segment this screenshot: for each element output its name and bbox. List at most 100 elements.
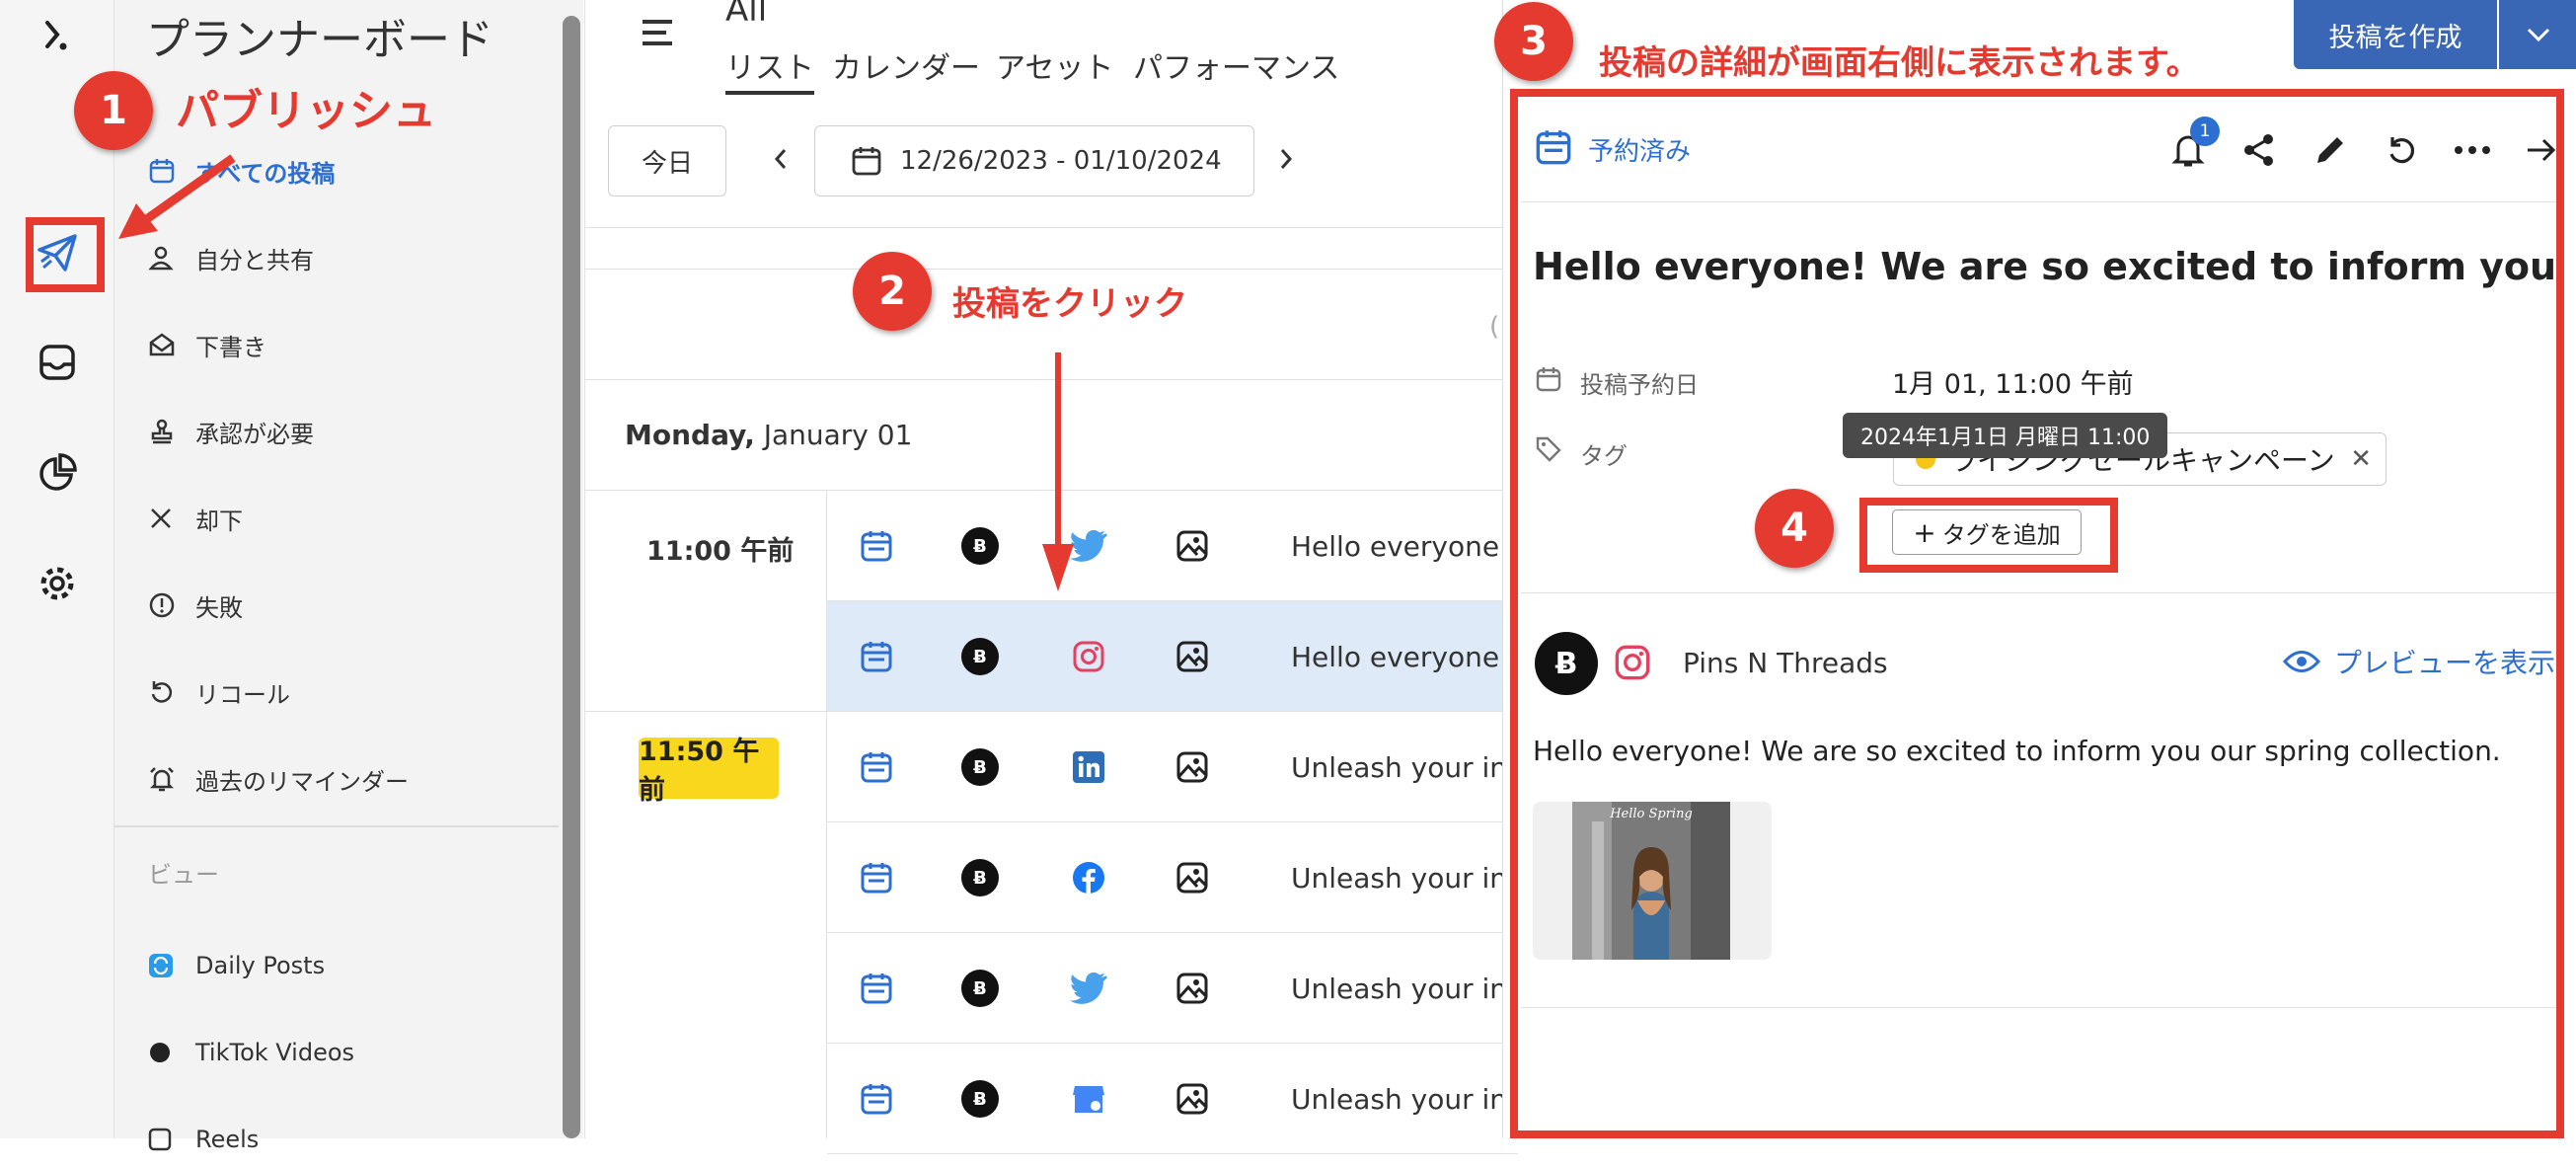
table-row-selected[interactable]: Ƀ Hello everyone! [827,601,1518,712]
views-heading: ビュー [148,861,219,889]
image-icon [1163,712,1222,822]
sidebar-item-label: 過去のリマインダー [195,767,409,796]
view-reels[interactable]: Reels [148,1110,259,1169]
settings-icon[interactable] [33,559,82,608]
facebook-icon [1054,822,1123,933]
step-2-badge: 2 [853,252,932,331]
sidebar-item-label: Daily Posts [195,952,326,979]
table-row[interactable]: Ƀ Unleash your in [827,712,1518,822]
tab-assets[interactable]: アセット [996,43,1113,87]
post-preview-text: Unleash your in [1291,1082,1508,1116]
step-3-badge: 3 [1494,2,1573,81]
sidebar-item-rejected[interactable]: 却下 [148,489,243,548]
view-tiktok-videos[interactable]: TikTok Videos [148,1023,354,1082]
sidebar-item-label: 失敗 [195,593,243,622]
image-icon [1163,491,1222,601]
scheduled-icon [847,712,906,822]
sidebar-item-label: 却下 [195,507,243,535]
sidebar-item-label: リコール [195,680,290,709]
account-avatar: Ƀ [950,601,1010,712]
sidebar-item-failed[interactable]: 失敗 [148,576,243,635]
table-row[interactable]: Ƀ Hello everyone! [827,491,1518,601]
reels-icon [148,1128,184,1151]
table-row[interactable]: Ƀ Unleash your in [827,822,1518,933]
divider [585,269,1503,270]
sidebar-item-drafts[interactable]: 下書き [148,315,266,374]
step-3-label: 投稿の詳細が画面右側に表示されます。 [1599,43,2200,83]
sidebar-title: プランナーボード [146,15,493,65]
sidebar-divider [114,825,559,827]
image-icon [1163,1044,1222,1154]
twitter-icon [1054,933,1123,1044]
sidebar-item-label: 下書き [195,333,266,361]
time-label: 11:00 午前 [646,536,795,567]
account-avatar: Ƀ [950,712,1010,822]
divider [585,711,827,712]
tab-performance[interactable]: パフォーマンス [1133,43,1339,87]
dot-icon [148,1041,184,1064]
highlight-publish-icon [26,217,105,292]
google-business-icon [1054,1044,1123,1154]
arrow-to-publish-icon [118,154,236,239]
sidebar-item-label: Reels [195,1126,260,1153]
alert-icon [148,591,184,619]
app-logo-icon[interactable] [33,12,82,61]
date-range-text: 12/26/2023 - 01/10/2024 [900,146,1222,176]
sidebar-scrollbar[interactable] [563,16,580,1138]
arrow-to-post-row [1042,352,1074,591]
post-preview-text: Unleash your in [1291,750,1508,784]
sidebar-item-recall[interactable]: リコール [148,662,290,722]
tab-calendar[interactable]: カレンダー [832,43,980,87]
chevron-down-icon [2527,28,2549,42]
recall-icon [148,678,184,706]
time-label-highlight: 11:50 午前 [639,737,779,806]
day-date: January 01 [754,419,913,451]
instagram-icon [1054,601,1123,712]
date-range-picker[interactable]: 12/26/2023 - 01/10/2024 [814,125,1254,196]
inbox-icon[interactable] [33,338,82,387]
calendar-icon [851,145,882,177]
view-daily-posts[interactable]: Daily Posts [148,936,325,995]
draft-icon [148,331,184,358]
sidebar-item-approval[interactable]: 承認が必要 [148,402,314,461]
step-2-label: 投稿をクリック [952,284,1187,324]
step-1-badge: 1 [74,71,153,150]
create-dropdown-button[interactable] [2499,0,2576,69]
person-icon [148,245,184,271]
sidebar-item-past-reminders[interactable]: 過去のリマインダー [148,749,409,809]
image-icon [1163,601,1222,712]
day-header: Monday, January 01 [625,419,912,451]
scheduled-icon [847,933,906,1044]
tab-list[interactable]: リスト [725,43,814,95]
image-icon [1163,933,1222,1044]
linkedin-icon [1054,712,1123,822]
menu-icon[interactable] [641,18,674,51]
stamp-icon [148,418,184,445]
day-name: Monday, [625,419,755,451]
post-preview-text: Hello everyone! [1291,529,1511,563]
next-arrow-icon[interactable] [1278,146,1294,176]
scheduled-icon [847,601,906,712]
step-4-badge: 4 [1755,489,1834,568]
sidebar-item-label: 承認が必要 [195,420,314,448]
post-preview-text: Unleash your in [1291,861,1508,895]
step-1-label: パブリッシュ [176,86,436,136]
partial-glyph: ( [1489,312,1500,342]
today-button[interactable]: 今日 [608,125,726,196]
analytics-icon[interactable] [33,448,82,498]
account-avatar: Ƀ [950,822,1010,933]
image-icon [1163,822,1222,933]
scheduled-icon [847,491,906,601]
alarm-icon [148,765,184,793]
highlight-detail-panel [1510,89,2564,1138]
prev-arrow-icon[interactable] [773,146,789,176]
icon-rail [0,0,114,1138]
close-icon [148,506,184,531]
account-avatar: Ƀ [950,1044,1010,1154]
table-row[interactable]: Ƀ Unleash your in [827,1044,1518,1154]
scheduled-icon [847,822,906,933]
account-avatar: Ƀ [950,933,1010,1044]
table-row[interactable]: Ƀ Unleash your in [827,933,1518,1044]
create-post-button[interactable]: 投稿を作成 [2294,0,2497,69]
divider [585,227,1503,228]
